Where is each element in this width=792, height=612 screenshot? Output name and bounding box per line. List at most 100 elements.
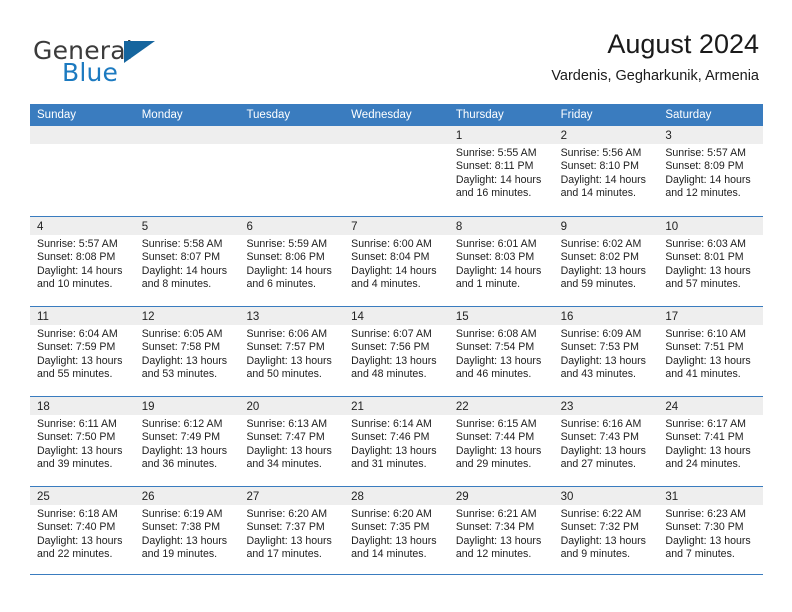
day-number-band: 8: [448, 217, 554, 235]
generalblue-logo[interactable]: General Blue: [33, 36, 233, 90]
daylight-text-line2: and 48 minutes.: [351, 368, 427, 381]
day-number-band: 13: [239, 307, 345, 325]
daylight-text-line2: and 19 minutes.: [141, 548, 218, 561]
day-number-band: 9: [553, 217, 659, 235]
day-number: 7: [351, 221, 358, 233]
sunrise-text: Sunrise: 5:58 AM: [141, 238, 223, 250]
daylight-text-line1: Daylight: 14 hours: [560, 173, 646, 186]
day-cell[interactable]: 10 Sunrise: 6:03 AM Sunset: 8:01 PM Dayl…: [658, 217, 764, 306]
sunrise-text: Sunrise: 6:22 AM: [560, 508, 642, 520]
day-number-band: [344, 126, 449, 144]
day-cell[interactable]: 15 Sunrise: 6:08 AM Sunset: 7:54 PM Dayl…: [448, 307, 554, 396]
day-cell[interactable]: 4 Sunrise: 5:57 AM Sunset: 8:08 PM Dayli…: [30, 217, 135, 306]
daylight-text-line1: Daylight: 13 hours: [560, 354, 646, 367]
sunrise-text: Sunrise: 6:03 AM: [665, 238, 746, 250]
day-details: Sunrise: 6:14 AM Sunset: 7:46 PM Dayligh…: [344, 415, 449, 472]
page-header: General Blue August 2024 Vardenis, Gegha…: [0, 0, 792, 104]
day-cell[interactable]: [134, 126, 240, 216]
day-cell[interactable]: 18 Sunrise: 6:11 AM Sunset: 7:50 PM Dayl…: [30, 397, 135, 486]
day-cell[interactable]: 30 Sunrise: 6:22 AM Sunset: 7:32 PM Dayl…: [553, 487, 659, 576]
day-cell[interactable]: 7 Sunrise: 6:00 AM Sunset: 8:04 PM Dayli…: [344, 217, 449, 306]
daylight-text-line2: and 7 minutes.: [665, 548, 735, 561]
daylight-text-line1: Daylight: 14 hours: [37, 264, 123, 277]
day-details: Sunrise: 6:16 AM Sunset: 7:43 PM Dayligh…: [554, 415, 659, 472]
day-cell[interactable]: 27 Sunrise: 6:20 AM Sunset: 7:37 PM Dayl…: [239, 487, 345, 576]
day-cell[interactable]: 5 Sunrise: 5:58 AM Sunset: 8:07 PM Dayli…: [134, 217, 240, 306]
day-cell[interactable]: 11 Sunrise: 6:04 AM Sunset: 7:59 PM Dayl…: [30, 307, 135, 396]
day-cell[interactable]: 16 Sunrise: 6:09 AM Sunset: 7:53 PM Dayl…: [553, 307, 659, 396]
day-number-band: 29: [448, 487, 554, 505]
day-details: Sunrise: 6:09 AM Sunset: 7:53 PM Dayligh…: [554, 325, 659, 382]
day-cell[interactable]: 21 Sunrise: 6:14 AM Sunset: 7:46 PM Dayl…: [344, 397, 449, 486]
sunset-text: Sunset: 8:11 PM: [455, 160, 534, 173]
sunrise-text: Sunrise: 5:56 AM: [560, 147, 642, 159]
day-cell[interactable]: 22 Sunrise: 6:15 AM Sunset: 7:44 PM Dayl…: [448, 397, 554, 486]
day-number: 24: [665, 401, 679, 413]
page-subtitle: Vardenis, Gegharkunik, Armenia: [551, 68, 759, 84]
day-cell[interactable]: 26 Sunrise: 6:19 AM Sunset: 7:38 PM Dayl…: [134, 487, 240, 576]
day-cell[interactable]: 20 Sunrise: 6:13 AM Sunset: 7:47 PM Dayl…: [239, 397, 345, 486]
weekday-header-friday: Friday: [560, 109, 593, 121]
day-cell[interactable]: 24 Sunrise: 6:17 AM Sunset: 7:41 PM Dayl…: [658, 397, 764, 486]
sunset-text: Sunset: 7:34 PM: [455, 521, 535, 534]
daylight-text-line1: Daylight: 13 hours: [246, 444, 332, 457]
daylight-text-line1: Daylight: 13 hours: [665, 264, 751, 277]
daylight-text-line1: Daylight: 13 hours: [455, 444, 542, 457]
daylight-text-line2: and 43 minutes.: [560, 368, 636, 381]
daylight-text-line2: and 9 minutes.: [560, 548, 631, 561]
sunrise-text: Sunrise: 6:20 AM: [246, 508, 328, 520]
day-details: Sunrise: 5:56 AM Sunset: 8:10 PM Dayligh…: [554, 144, 659, 201]
day-cell[interactable]: 28 Sunrise: 6:20 AM Sunset: 7:35 PM Dayl…: [344, 487, 449, 576]
daylight-text-line1: Daylight: 13 hours: [665, 444, 751, 457]
day-number: 10: [665, 221, 679, 233]
daylight-text-line1: Daylight: 13 hours: [141, 534, 228, 547]
day-number: 31: [665, 491, 679, 503]
daylight-text-line2: and 14 minutes.: [560, 187, 636, 200]
day-number: 18: [37, 401, 50, 413]
sunrise-text: Sunrise: 5:55 AM: [455, 147, 537, 159]
day-cell[interactable]: 1 Sunrise: 5:55 AM Sunset: 8:11 PM Dayli…: [448, 126, 554, 216]
day-details: Sunrise: 6:11 AM Sunset: 7:50 PM Dayligh…: [30, 415, 135, 472]
day-cell[interactable]: 3 Sunrise: 5:57 AM Sunset: 8:09 PM Dayli…: [658, 126, 764, 216]
day-cell[interactable]: [30, 126, 135, 216]
day-cell[interactable]: 6 Sunrise: 5:59 AM Sunset: 8:06 PM Dayli…: [239, 217, 345, 306]
day-cell[interactable]: 8 Sunrise: 6:01 AM Sunset: 8:03 PM Dayli…: [448, 217, 554, 306]
day-number: 23: [560, 401, 574, 413]
day-number-band: 16: [553, 307, 659, 325]
sunset-text: Sunset: 7:56 PM: [351, 341, 430, 354]
weekday-header-monday: Monday: [141, 109, 183, 121]
day-number-band: 21: [344, 397, 449, 415]
day-number-band: 12: [134, 307, 240, 325]
sunset-text: Sunset: 7:53 PM: [560, 341, 639, 354]
day-details: Sunrise: 6:19 AM Sunset: 7:38 PM Dayligh…: [135, 505, 240, 562]
day-number-band: 6: [239, 217, 345, 235]
day-cell[interactable]: 2 Sunrise: 5:56 AM Sunset: 8:10 PM Dayli…: [553, 126, 659, 216]
day-details: Sunrise: 6:01 AM Sunset: 8:03 PM Dayligh…: [449, 235, 554, 292]
day-cell[interactable]: 17 Sunrise: 6:10 AM Sunset: 7:51 PM Dayl…: [658, 307, 764, 396]
day-cell[interactable]: 31 Sunrise: 6:23 AM Sunset: 7:30 PM Dayl…: [658, 487, 764, 576]
sunset-text: Sunset: 7:46 PM: [351, 431, 430, 444]
day-cell[interactable]: [344, 126, 449, 216]
weekday-header-wednesday: Wednesday: [351, 109, 412, 121]
daylight-text-line2: and 14 minutes.: [351, 548, 427, 561]
day-number: 6: [246, 221, 253, 233]
day-number: 11: [37, 311, 49, 323]
day-cell[interactable]: 25 Sunrise: 6:18 AM Sunset: 7:40 PM Dayl…: [30, 487, 135, 576]
day-cell[interactable]: 29 Sunrise: 6:21 AM Sunset: 7:34 PM Dayl…: [448, 487, 554, 576]
day-details: Sunrise: 5:57 AM Sunset: 8:09 PM Dayligh…: [658, 144, 763, 201]
sunset-text: Sunset: 8:09 PM: [665, 160, 744, 173]
sunrise-text: Sunrise: 6:06 AM: [246, 328, 328, 340]
day-cell[interactable]: 9 Sunrise: 6:02 AM Sunset: 8:02 PM Dayli…: [553, 217, 659, 306]
day-cell[interactable]: [239, 126, 345, 216]
day-details: Sunrise: 5:57 AM Sunset: 8:08 PM Dayligh…: [30, 235, 135, 292]
sunrise-text: Sunrise: 5:57 AM: [37, 238, 118, 250]
day-number-band: 5: [134, 217, 240, 235]
day-cell[interactable]: 23 Sunrise: 6:16 AM Sunset: 7:43 PM Dayl…: [553, 397, 659, 486]
day-cell[interactable]: 12 Sunrise: 6:05 AM Sunset: 7:58 PM Dayl…: [134, 307, 240, 396]
daylight-text-line1: Daylight: 13 hours: [560, 264, 646, 277]
logo-text-blue: Blue: [62, 58, 119, 87]
day-cell[interactable]: 14 Sunrise: 6:07 AM Sunset: 7:56 PM Dayl…: [344, 307, 449, 396]
day-cell[interactable]: 19 Sunrise: 6:12 AM Sunset: 7:49 PM Dayl…: [134, 397, 240, 486]
day-number-band: 15: [448, 307, 554, 325]
day-cell[interactable]: 13 Sunrise: 6:06 AM Sunset: 7:57 PM Dayl…: [239, 307, 345, 396]
